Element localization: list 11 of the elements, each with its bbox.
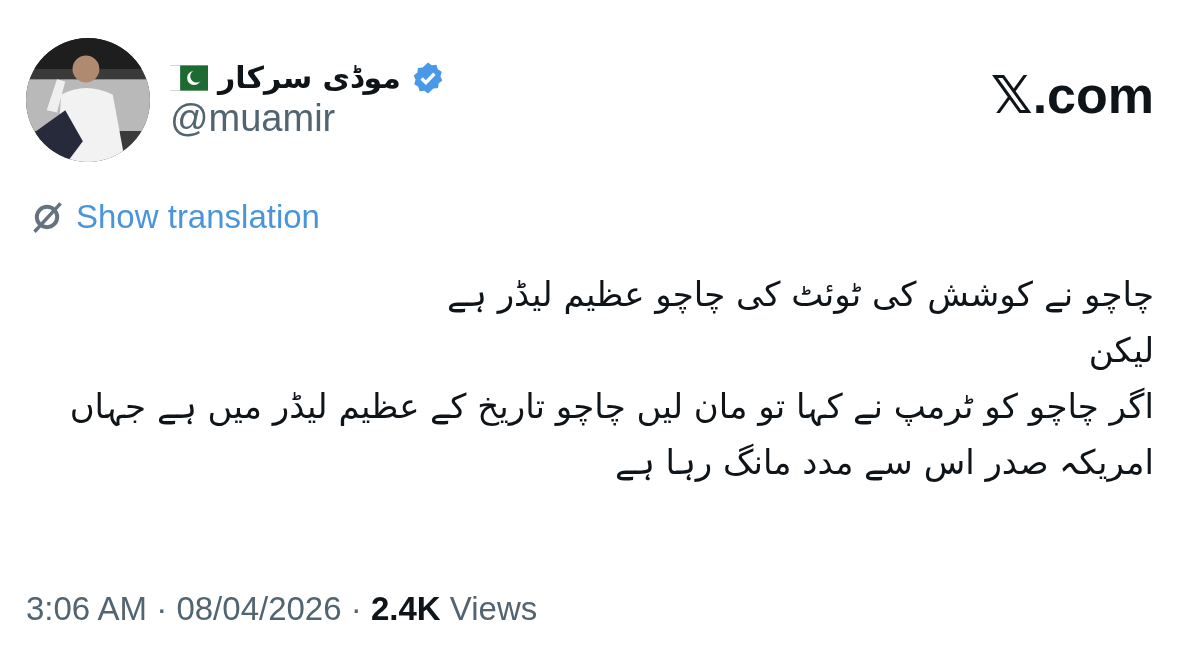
tweet-text-line: لیکن xyxy=(1088,329,1154,372)
translate-icon xyxy=(30,200,64,234)
author-name[interactable]: موڈی سرکار xyxy=(218,60,401,95)
tweet-text-line: امریکہ صدر اس سے مدد مانگ رہا ہے xyxy=(614,441,1154,484)
show-translation-link[interactable]: Show translation xyxy=(76,198,320,236)
flag-icon xyxy=(170,64,208,91)
post-time-and-views: 3:06 AM · 08/04/2026 · 2.4K Views xyxy=(26,590,538,628)
tweet-text-line: اگر چاچو کو ٹرمپ نے کہا تو مان لیں چاچو تاریخ کے عظیم لیڈر میں ہے جہاں xyxy=(69,385,1154,428)
tweet-text-line: چاچو نے کوشش کی ٹوئٹ کی چاچو عظیم لیڈر ہے xyxy=(446,273,1154,316)
author-handle[interactable]: @muamir xyxy=(170,97,445,140)
site-logo: 𝕏.com xyxy=(990,65,1154,125)
